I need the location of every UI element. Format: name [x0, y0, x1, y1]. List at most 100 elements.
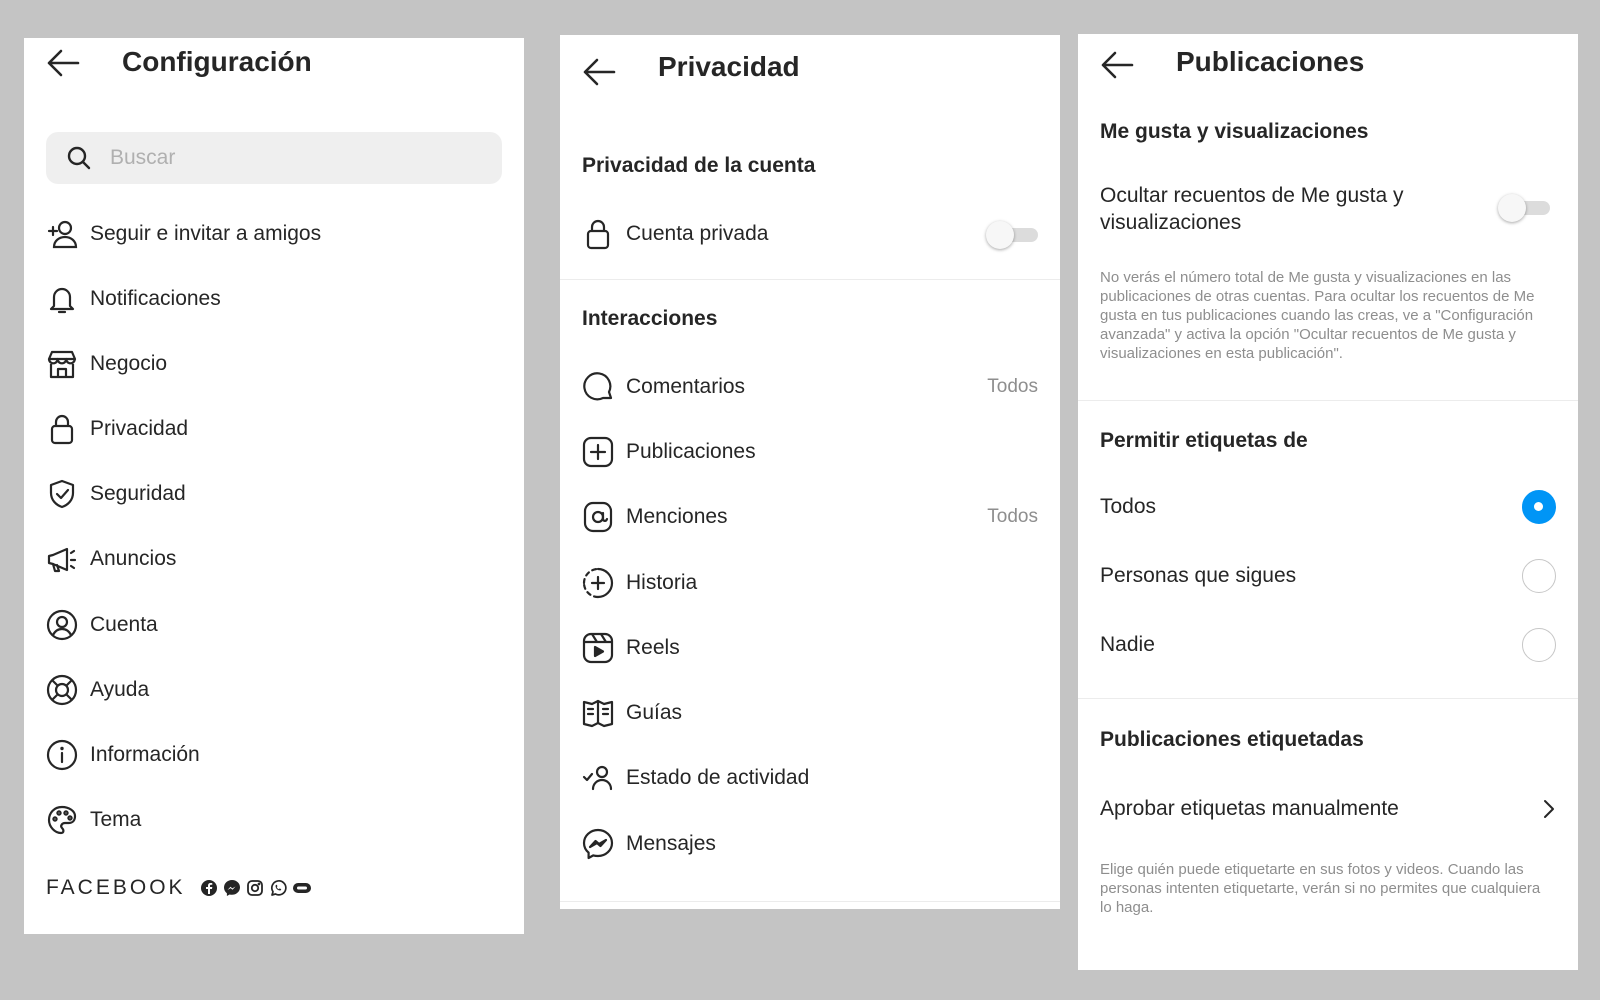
private-account-toggle[interactable] — [986, 221, 1038, 249]
settings-item-label: Notificaciones — [90, 287, 221, 310]
tag-option-everyone[interactable]: Todos — [1078, 476, 1578, 538]
back-arrow-icon[interactable] — [46, 48, 80, 78]
settings-item-ads[interactable]: Anuncios — [24, 528, 524, 590]
manual-approve-tags-row[interactable]: Aprobar etiquetas manualmente — [1078, 778, 1578, 840]
tag-option-everyone-radio[interactable] — [1522, 490, 1556, 524]
private-account-label: Cuenta privada — [626, 222, 769, 245]
privacy-item-comments[interactable]: Comentarios Todos — [560, 356, 1060, 418]
tag-option-following-radio[interactable] — [1522, 559, 1556, 593]
messenger-icon — [582, 828, 614, 860]
private-account-row[interactable]: Cuenta privada — [560, 203, 1060, 265]
search-bar[interactable] — [46, 132, 502, 184]
lock-icon — [46, 413, 78, 445]
settings-item-account[interactable]: Cuenta — [24, 594, 524, 656]
settings-item-follow-invite[interactable]: Seguir e invitar a amigos — [24, 203, 524, 265]
tag-option-label: Todos — [1100, 495, 1157, 518]
section-heading-tagged-posts: Publicaciones etiquetadas — [1100, 728, 1364, 751]
settings-item-label: Negocio — [90, 352, 168, 375]
whatsapp-icon — [269, 879, 287, 897]
settings-item-help[interactable]: Ayuda — [24, 659, 524, 721]
tagged-posts-help-text: Elige quién puede etiquetarte en sus fot… — [1100, 861, 1541, 916]
facebook-icon — [200, 879, 218, 897]
settings-item-business[interactable]: Negocio — [24, 333, 524, 395]
chevron-right-icon — [1544, 800, 1554, 818]
privacy-item-label: Publicaciones — [626, 440, 756, 463]
settings-item-label: Tema — [90, 808, 142, 831]
tag-option-label: Nadie — [1100, 633, 1155, 656]
tag-option-nobody[interactable]: Nadie — [1078, 614, 1578, 676]
privacy-item-story[interactable]: Historia — [560, 552, 1060, 614]
privacy-item-value: Todos — [987, 506, 1038, 527]
privacy-item-label: Guías — [626, 701, 683, 724]
settings-item-label: Seguridad — [90, 482, 186, 505]
settings-item-theme[interactable]: Tema — [24, 789, 524, 851]
divider — [560, 901, 1060, 902]
posts-header: Publicaciones — [1078, 42, 1578, 92]
page-title: Configuración — [122, 46, 312, 77]
settings-header: Configuración — [24, 42, 524, 92]
lock-icon — [582, 218, 614, 250]
guide-book-icon — [582, 697, 614, 729]
privacy-item-label: Menciones — [626, 505, 728, 528]
search-input[interactable] — [110, 140, 480, 176]
privacy-item-guides[interactable]: Guías — [560, 682, 1060, 744]
activity-status-icon — [582, 762, 614, 794]
tag-option-label: Personas que sigues — [1100, 564, 1297, 587]
back-arrow-icon[interactable] — [1100, 50, 1134, 80]
privacy-item-label: Reels — [626, 636, 680, 659]
settings-item-label: Cuenta — [90, 613, 158, 636]
section-heading-interactions: Interacciones — [582, 307, 718, 330]
privacy-header: Privacidad — [560, 47, 1060, 97]
page-title: Privacidad — [658, 51, 800, 82]
settings-item-label: Ayuda — [90, 678, 150, 701]
privacy-item-value: Todos — [987, 376, 1038, 397]
tag-option-nobody-radio[interactable] — [1522, 628, 1556, 662]
hide-counts-help-text: No verás el número total de Me gusta y v… — [1100, 269, 1535, 362]
user-circle-icon — [46, 609, 78, 641]
privacy-item-label: Historia — [626, 571, 698, 594]
megaphone-icon — [46, 543, 78, 575]
divider — [1078, 400, 1578, 401]
privacy-item-label: Comentarios — [626, 375, 746, 398]
section-heading-account-privacy: Privacidad de la cuenta — [582, 154, 816, 177]
shield-check-icon — [46, 478, 78, 510]
privacy-item-messages[interactable]: Mensajes — [560, 813, 1060, 875]
at-sign-icon — [582, 501, 614, 533]
section-heading-allow-tags: Permitir etiquetas de — [1100, 429, 1308, 452]
facebook-wordmark: FACEBOOK — [46, 876, 186, 899]
hide-counts-label: Ocultar recuentos de Me gusta y visualiz… — [1100, 184, 1404, 234]
divider — [1078, 698, 1578, 699]
settings-item-privacy[interactable]: Privacidad — [24, 398, 524, 460]
privacy-item-activity-status[interactable]: Estado de actividad — [560, 747, 1060, 809]
privacy-item-mentions[interactable]: Menciones Todos — [560, 486, 1060, 548]
divider — [560, 279, 1060, 280]
comment-icon — [582, 371, 614, 403]
instagram-icon — [246, 879, 264, 897]
section-heading-likes-views: Me gusta y visualizaciones — [1100, 120, 1369, 143]
add-person-icon — [46, 218, 78, 250]
back-arrow-icon[interactable] — [582, 57, 616, 87]
privacy-item-reels[interactable]: Reels — [560, 617, 1060, 679]
settings-item-security[interactable]: Seguridad — [24, 463, 524, 525]
settings-item-label: Anuncios — [90, 547, 177, 570]
messenger-small-icon — [223, 879, 241, 897]
info-icon — [46, 739, 78, 771]
settings-item-label: Privacidad — [90, 417, 189, 440]
posts-panel: Publicaciones Me gusta y visualizaciones… — [1078, 34, 1578, 970]
page-title: Publicaciones — [1176, 46, 1365, 77]
lifebuoy-icon — [46, 674, 78, 706]
privacy-panel: Privacidad Privacidad de la cuenta Cuent… — [560, 35, 1060, 909]
settings-item-label: Seguir e invitar a amigos — [90, 222, 322, 245]
palette-icon — [46, 804, 78, 836]
privacy-item-label: Mensajes — [626, 832, 716, 855]
privacy-item-posts[interactable]: Publicaciones — [560, 421, 1060, 483]
settings-item-info[interactable]: Información — [24, 724, 524, 786]
hide-counts-toggle[interactable] — [1498, 194, 1550, 222]
add-square-icon — [582, 436, 614, 468]
reels-icon — [582, 632, 614, 664]
settings-panel: Configuración Seguir e invitar a amigos … — [24, 38, 524, 934]
search-icon — [67, 146, 91, 170]
settings-item-notifications[interactable]: Notificaciones — [24, 268, 524, 330]
story-add-icon — [582, 567, 614, 599]
tag-option-following[interactable]: Personas que sigues — [1078, 545, 1578, 607]
